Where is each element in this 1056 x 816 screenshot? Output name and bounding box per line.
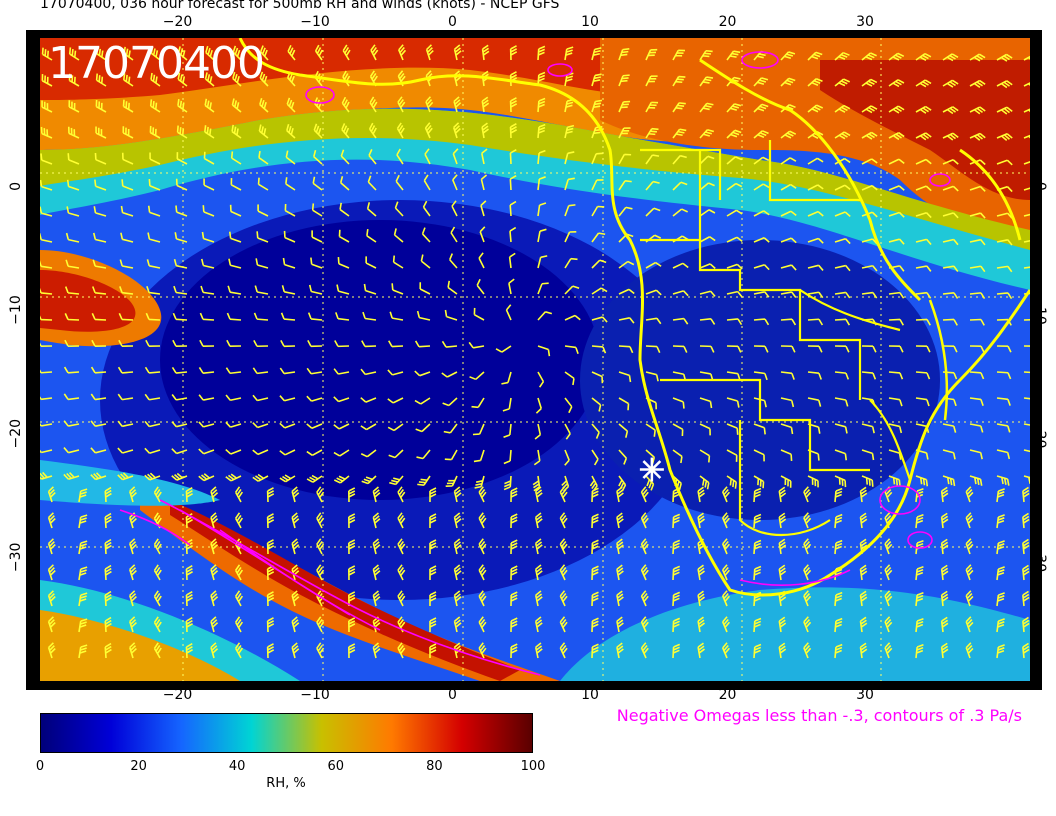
lat-tick-label: −10: [8, 295, 24, 325]
rh-colorbar: [40, 713, 533, 753]
lat-tick-label: −30: [8, 543, 24, 573]
lat-tick-label: −20: [8, 419, 24, 449]
colorbar-tick: 80: [426, 759, 443, 774]
lon-tick-label: −10: [300, 687, 330, 703]
location-marker: [639, 457, 664, 482]
lat-tick-label: 0: [8, 182, 24, 191]
colorbar-tick: 40: [228, 759, 246, 774]
lon-tick-label: 0: [448, 687, 457, 703]
lon-tick-label: 10: [581, 14, 599, 30]
colorbar-tick: 20: [130, 759, 147, 774]
colorbar-tick: 0: [35, 759, 45, 774]
omega-legend-note: Negative Omegas less than -.3, contours …: [616, 706, 1022, 725]
lon-tick-label: 20: [719, 14, 737, 30]
lat-tick-label: 0: [1032, 182, 1048, 191]
lon-tick-label: 20: [719, 687, 737, 703]
colorbar-tick: 60: [327, 759, 345, 774]
lon-tick-label: 30: [856, 687, 874, 703]
lat-tick-label: −30: [1032, 543, 1048, 573]
lon-tick-label: −20: [163, 687, 193, 703]
lat-tick-label: −20: [1032, 419, 1048, 449]
colorbar-tick: 100: [520, 759, 546, 774]
lat-tick-label: −10: [1032, 295, 1048, 325]
colorbar-label: RH, %: [266, 776, 306, 791]
lon-tick-label: 10: [581, 687, 599, 703]
lon-tick-label: 0: [448, 14, 457, 30]
lon-tick-label: −20: [163, 14, 193, 30]
lon-tick-label: 30: [856, 14, 874, 30]
map-svg: −20 −20 −10 −10 0 0 10 10 20 20 30 30 0 0 −10 −10 −20 −20…: [8, 14, 1048, 703]
lon-tick-label: −10: [300, 14, 330, 30]
date-stamp: 17070400: [48, 38, 265, 89]
map-frame: −20 −20 −10 −10 0 0 10 10 20 20 30 30 0 0 −10 −10 −20 −20…: [0, 0, 1056, 816]
